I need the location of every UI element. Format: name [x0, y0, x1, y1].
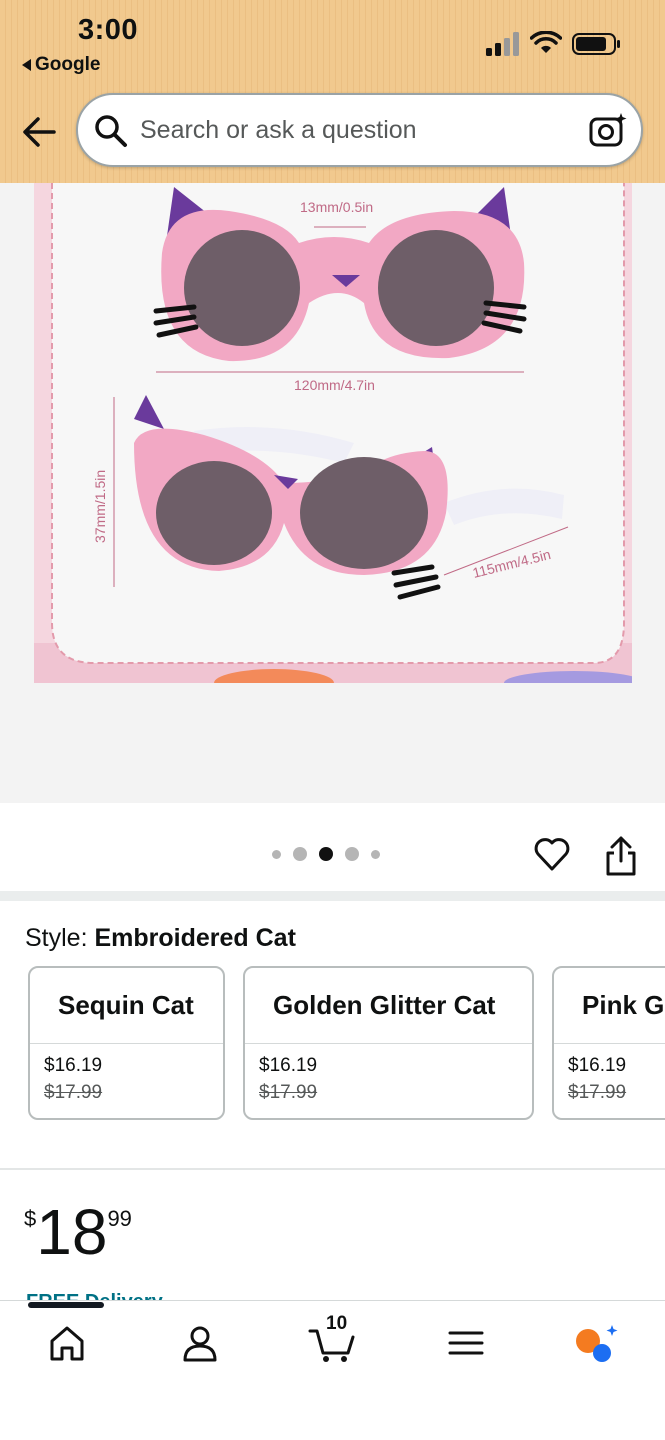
style-option-list-price: $17.99 — [259, 1082, 318, 1103]
account-icon[interactable] — [180, 1323, 220, 1363]
product-image[interactable]: 13mm/0.5in 120mm/4.7in 37mm/1.5in 115mm/… — [34, 183, 632, 683]
carousel-dot[interactable] — [371, 849, 380, 859]
section-divider — [0, 891, 665, 901]
search-icon — [95, 115, 127, 147]
style-option-pink-g[interactable]: Pink G $16.19 $17.99 — [552, 966, 665, 1120]
price-whole: 18 — [36, 1196, 108, 1268]
battery-icon — [572, 33, 620, 55]
bottom-navigation: 10 — [0, 1300, 665, 1440]
style-option-list-price: $17.99 — [568, 1082, 627, 1103]
carousel-dot[interactable] — [293, 847, 307, 861]
menu-icon[interactable] — [446, 1323, 486, 1363]
style-option-name: Sequin Cat — [30, 968, 223, 1044]
style-selection-label: Style: Embroidered Cat — [25, 924, 296, 953]
back-to-app-link[interactable]: Google — [22, 54, 100, 76]
price-currency: $ — [24, 1206, 37, 1231]
style-option-price: $16.19 — [568, 1055, 627, 1076]
search-bar[interactable] — [76, 93, 643, 167]
cellular-signal-icon — [486, 32, 519, 56]
share-icon[interactable] — [604, 835, 638, 877]
carousel-dot[interactable] — [345, 847, 359, 861]
price-fraction: 99 — [107, 1206, 132, 1231]
style-label: Style: — [25, 924, 95, 952]
image-carousel-controls — [0, 803, 665, 891]
search-input[interactable] — [140, 109, 570, 151]
carousel-dot-active[interactable] — [319, 847, 333, 861]
style-option-list-price: $17.99 — [44, 1082, 103, 1103]
back-triangle-icon — [22, 59, 31, 71]
dimension-label-height: 37mm/1.5in — [92, 470, 108, 543]
style-option-price: $16.19 — [44, 1055, 103, 1076]
style-option-name: Pink G — [554, 968, 665, 1044]
product-image-area[interactable]: 13mm/0.5in 120mm/4.7in 37mm/1.5in 115mm/… — [0, 183, 665, 803]
carousel-dot[interactable] — [272, 849, 281, 859]
style-option-sequin-cat[interactable]: Sequin Cat $16.19 $17.99 — [28, 966, 225, 1120]
section-divider — [0, 1168, 665, 1170]
heart-icon[interactable] — [533, 835, 571, 873]
rufus-ai-icon[interactable] — [572, 1323, 620, 1363]
dimension-label-width: 120mm/4.7in — [294, 377, 375, 393]
cart-count-badge: 10 — [326, 1313, 348, 1334]
home-icon[interactable] — [47, 1323, 87, 1363]
style-option-name: Golden Glitter Cat — [245, 968, 532, 1044]
style-selected-value: Embroidered Cat — [94, 924, 296, 952]
style-option-golden-glitter-cat[interactable]: Golden Glitter Cat $16.19 $17.99 — [243, 966, 534, 1120]
active-tab-indicator — [28, 1302, 104, 1308]
product-price: $ 18 99 — [24, 1198, 132, 1266]
back-arrow-icon[interactable] — [20, 114, 58, 150]
carousel-dots[interactable] — [272, 847, 380, 861]
wifi-icon — [530, 31, 562, 53]
style-option-price: $16.19 — [259, 1055, 318, 1076]
camera-search-icon[interactable] — [588, 111, 628, 149]
back-app-label: Google — [35, 54, 101, 75]
dimension-label-top: 13mm/0.5in — [300, 199, 373, 215]
header: 3:00 Google — [0, 0, 665, 183]
status-time: 3:00 — [78, 14, 139, 46]
